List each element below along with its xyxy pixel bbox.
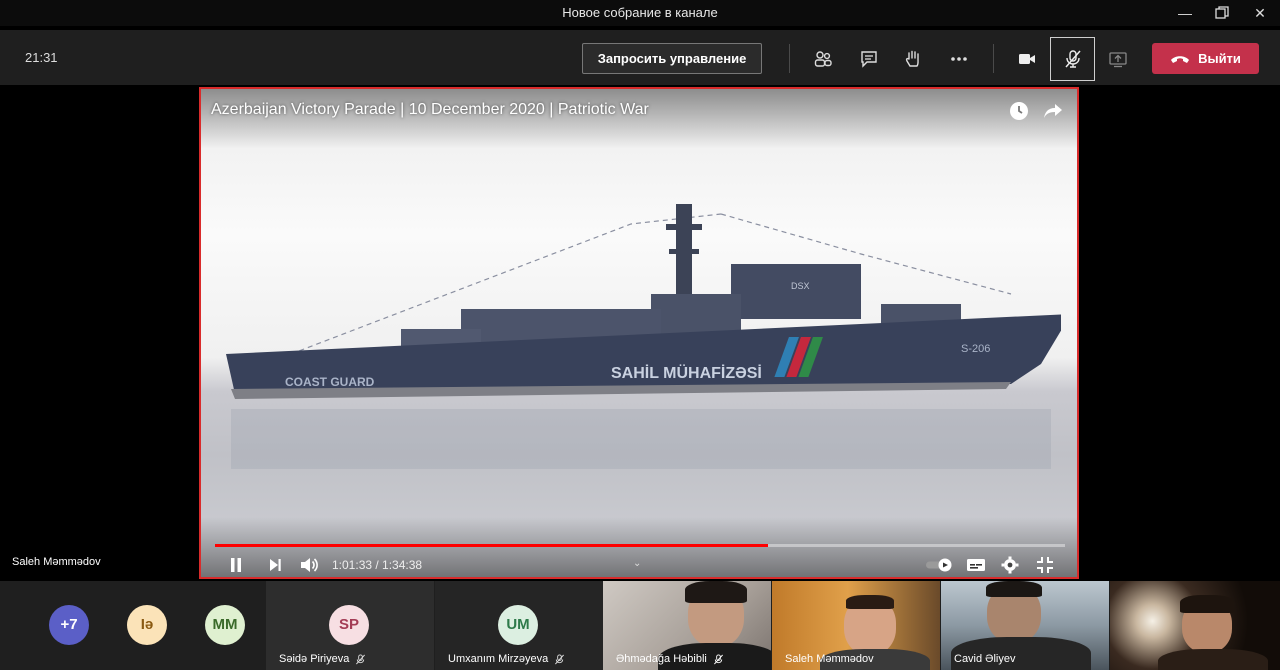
mic-off-icon — [356, 653, 366, 664]
meeting-toolbar: 21:31 Запросить управление Выйти — [0, 30, 1280, 85]
participant-name: Səidə Piriyeva — [279, 653, 366, 665]
participant-avatar[interactable]: MM — [205, 605, 245, 645]
watch-later-icon[interactable] — [1007, 99, 1031, 123]
participant-name: Cavid Əliyev — [954, 653, 1015, 665]
raise-hand-icon[interactable] — [898, 44, 928, 74]
participant-avatar[interactable]: Iə — [127, 605, 167, 645]
next-icon[interactable] — [267, 555, 283, 575]
volume-icon[interactable] — [299, 555, 319, 575]
phone-hangup-icon — [1171, 55, 1190, 63]
chat-icon[interactable] — [854, 44, 884, 74]
video-top-overlay — [201, 89, 1077, 149]
video-progress-fill — [215, 544, 768, 547]
hull-main-text: SAHİL MÜHAFİZƏSİ — [611, 363, 762, 382]
participant-name: Saleh Məmmədov — [785, 653, 874, 665]
settings-icon[interactable] — [1001, 555, 1019, 575]
hull-side-text: COAST GUARD — [285, 375, 375, 389]
participant-video-tile[interactable]: Saleh Məmmədov — [772, 581, 940, 670]
participant-tile[interactable]: SP Səidə Piriyeva — [266, 581, 434, 670]
participant-strip: +7 Iə MM SP Səidə Piriyeva UM Umxanım Mi… — [0, 581, 1280, 670]
participant-clothing — [1158, 649, 1268, 670]
close-icon[interactable]: ✕ — [1245, 3, 1275, 23]
mic-off-icon — [713, 653, 723, 664]
participant-hair — [846, 595, 894, 609]
ship-video-frame: SAHİL MÜHAFİZƏSİ COAST GUARD S-206 DSX — [226, 204, 1061, 469]
participant-name-text: Saleh Məmmədov — [785, 653, 874, 665]
chevron-down-icon[interactable]: ⌄ — [633, 553, 641, 573]
more-icon[interactable] — [944, 44, 974, 74]
participant-hair — [685, 581, 747, 603]
leave-button[interactable]: Выйти — [1152, 43, 1259, 74]
camera-icon[interactable] — [1012, 44, 1042, 74]
window-title: Новое собрание в канале — [562, 5, 718, 20]
autoplay-toggle-icon[interactable] — [925, 555, 953, 575]
participant-tile[interactable]: UM Umxanım Mirzəyeva — [435, 581, 603, 670]
shared-content-stage: SAHİL MÜHAFİZƏSİ COAST GUARD S-206 DSX A… — [0, 85, 1280, 581]
participant-name-text: Səidə Piriyeva — [279, 653, 350, 665]
window-title-bar: Новое собрание в канале — ✕ — [0, 0, 1280, 26]
participant-name-text: Əhmədağa Həbibli — [616, 653, 707, 665]
bridge-mark: DSX — [791, 281, 810, 291]
presenter-name: Saleh Məmmədov — [12, 556, 101, 568]
pennant-number: S-206 — [961, 343, 990, 355]
toolbar-divider — [789, 44, 790, 73]
mic-off-icon — [555, 653, 565, 664]
minimize-icon[interactable]: — — [1170, 3, 1200, 23]
restore-icon[interactable] — [1207, 3, 1237, 23]
exit-fullscreen-icon[interactable] — [1036, 555, 1054, 575]
people-icon[interactable] — [808, 44, 838, 74]
participant-name-text: Cavid Əliyev — [954, 653, 1016, 665]
subtitles-icon[interactable] — [966, 555, 986, 575]
participant-name: Umxanım Mirzəyeva — [448, 653, 565, 665]
participant-hair — [986, 581, 1042, 597]
video-progress-bar[interactable] — [215, 544, 1065, 547]
request-control-button[interactable]: Запросить управление — [582, 43, 762, 74]
share-icon[interactable] — [1103, 44, 1133, 74]
shared-video-player[interactable]: SAHİL MÜHAFİZƏSİ COAST GUARD S-206 DSX A… — [199, 87, 1079, 579]
participant-hair — [1180, 595, 1234, 613]
overflow-participants-badge[interactable]: +7 — [49, 605, 89, 645]
toolbar-divider — [993, 44, 994, 73]
video-time: 1:01:33 / 1:34:38 — [332, 558, 423, 572]
participant-avatar: UM — [498, 605, 538, 645]
participant-video-tile[interactable]: Cavid Əliyev — [941, 581, 1109, 670]
pause-icon[interactable] — [228, 555, 244, 575]
leave-button-label: Выйти — [1198, 51, 1241, 66]
participant-name-text: Umxanım Mirzəyeva — [448, 653, 549, 665]
participant-video-tile[interactable]: Əhmədağa Həbibli — [603, 581, 771, 670]
share-arrow-icon[interactable] — [1041, 99, 1065, 123]
participant-name: Əhmədağa Həbibli — [616, 653, 724, 665]
participant-avatar: SP — [329, 605, 369, 645]
meeting-timer: 21:31 — [25, 50, 58, 65]
participant-video-tile[interactable] — [1110, 581, 1280, 670]
mic-off-icon[interactable] — [1050, 37, 1095, 81]
video-title[interactable]: Azerbaijan Victory Parade | 10 December … — [211, 101, 649, 119]
